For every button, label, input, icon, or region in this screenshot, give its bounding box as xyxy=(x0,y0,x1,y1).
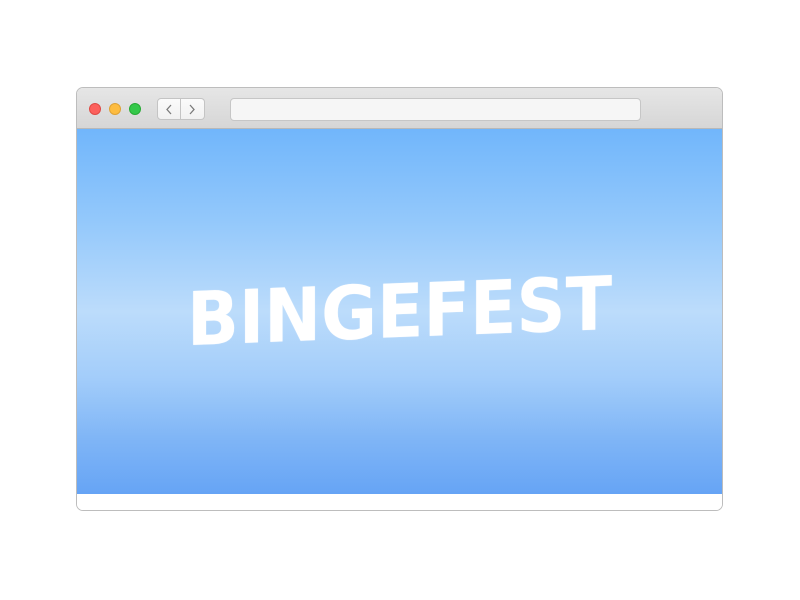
minimize-window-icon[interactable] xyxy=(109,103,121,115)
back-button[interactable] xyxy=(157,98,181,120)
page-bottom-strip xyxy=(77,494,722,510)
forward-button[interactable] xyxy=(181,98,205,120)
browser-window: BINGEFEST xyxy=(76,87,723,511)
maximize-window-icon[interactable] xyxy=(129,103,141,115)
site-logo-title: BINGEFEST xyxy=(186,260,613,363)
chevron-left-icon xyxy=(166,104,172,115)
browser-titlebar xyxy=(77,88,722,129)
address-bar[interactable] xyxy=(230,98,641,121)
page-hero: BINGEFEST xyxy=(77,129,722,494)
chevron-right-icon xyxy=(189,104,195,115)
close-window-icon[interactable] xyxy=(89,103,101,115)
